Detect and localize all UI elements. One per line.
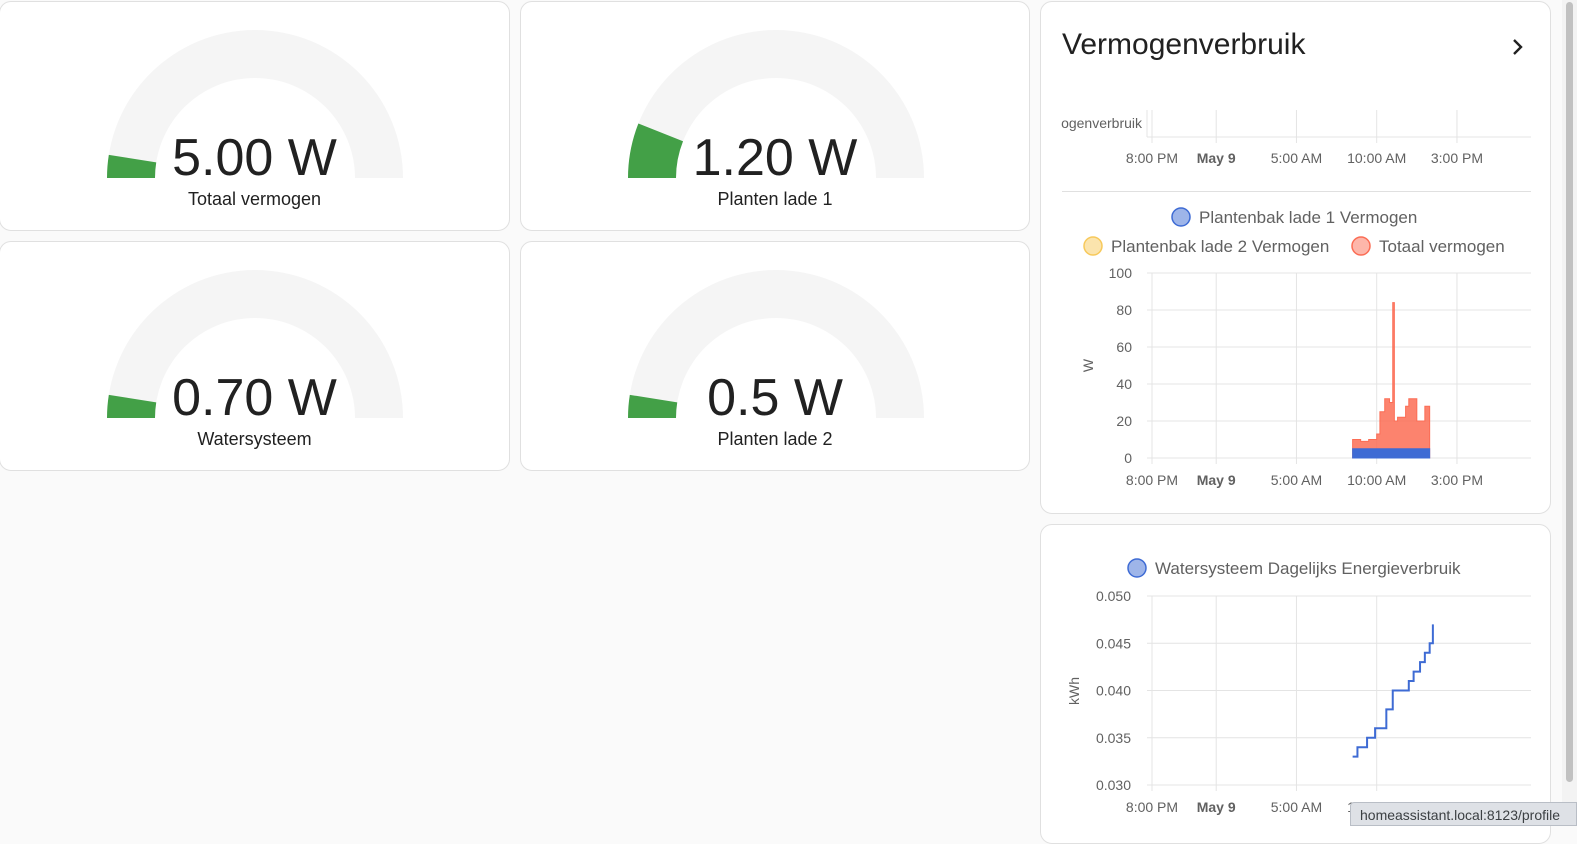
energy-card: Watersysteem Dagelijks Energieverbruik 0.… xyxy=(1040,524,1551,844)
x-tick-label: 8:00 PM xyxy=(1126,472,1178,488)
x-tick-label: 5:00 AM xyxy=(1271,472,1322,488)
x-tick-label: 10:00 AM xyxy=(1347,150,1406,166)
gauge-value: 0.70 W xyxy=(172,369,337,427)
y-tick-label: 0.035 xyxy=(1096,730,1131,746)
scrollbar[interactable] xyxy=(1562,0,1577,826)
collapsed-series-label: ogenverbruik xyxy=(1061,115,1143,131)
y-tick-label: 0.045 xyxy=(1096,635,1131,651)
y-tick-label: 100 xyxy=(1109,265,1133,281)
series-area xyxy=(1352,302,1431,459)
gauge-value: 1.20 W xyxy=(692,129,858,187)
x-tick-label: 8:00 PM xyxy=(1126,799,1178,815)
history-collapsed-chart: 8:00 PM May 9 5:00 AM 10:00 AM 3:00 PM ogenve… xyxy=(1061,110,1531,192)
x-tick-label: May 9 xyxy=(1197,472,1236,488)
legend-label: Watersysteem Dagelijks Energieverbruik xyxy=(1155,559,1461,578)
y-tick-label: 0.050 xyxy=(1096,588,1131,604)
power-chart: Plantenbak lade 1 Vermogen Plantenbak lad… xyxy=(1080,207,1531,488)
gauge-card-planten-lade-1[interactable]: 1.20 W Planten lade 1 xyxy=(520,1,1030,231)
gauge-name: Planten lade 2 xyxy=(717,429,833,449)
gauge-name: Totaal vermogen xyxy=(187,189,322,209)
x-tick-label: 5:00 AM xyxy=(1271,150,1322,166)
y-tick-label: 0.040 xyxy=(1096,683,1131,699)
gauge-name: Watersysteem xyxy=(197,429,312,449)
x-tick-label: 3:00 PM xyxy=(1431,150,1483,166)
legend-marker xyxy=(1083,236,1103,256)
series-area xyxy=(1352,448,1431,459)
gauge-value: 0.5 W xyxy=(707,369,843,427)
y-tick-label: 80 xyxy=(1116,302,1132,318)
x-tick-label: 10:00 AM xyxy=(1347,472,1406,488)
status-url: homeassistant.local:8123/profile xyxy=(1350,802,1577,826)
gauge-card-watersysteem[interactable]: 0.70 W Watersysteem xyxy=(0,241,510,471)
scrollbar-thumb[interactable] xyxy=(1566,2,1573,782)
y-tick-label: 20 xyxy=(1116,413,1132,429)
x-tick-label: 3:00 PM xyxy=(1431,472,1483,488)
x-tick-label: May 9 xyxy=(1197,799,1236,815)
y-axis-label: W xyxy=(1080,358,1096,372)
gauge-value: 5.00 W xyxy=(172,129,337,187)
y-tick-label: 0.030 xyxy=(1096,777,1131,793)
y-tick-label: 40 xyxy=(1116,376,1132,392)
x-tick-label: May 9 xyxy=(1197,150,1236,166)
gauge-card-totaal[interactable]: 5.00 W Totaal vermogen xyxy=(0,1,510,231)
legend-label: Totaal vermogen xyxy=(1379,237,1505,256)
legend-marker xyxy=(1127,558,1147,578)
x-tick-label: 8:00 PM xyxy=(1126,150,1178,166)
legend-label: Plantenbak lade 2 Vermogen xyxy=(1111,237,1329,256)
gauge-name: Planten lade 1 xyxy=(717,189,833,209)
legend-label: Plantenbak lade 1 Vermogen xyxy=(1199,208,1417,227)
y-tick-label: 60 xyxy=(1116,339,1132,355)
legend-marker xyxy=(1171,207,1191,227)
history-card: Vermogenverbruik 8:00 PM May 9 5:00 AM 10:0… xyxy=(1040,1,1551,514)
y-axis-label: kWh xyxy=(1066,677,1082,705)
gauge-card-planten-lade-2[interactable]: 0.5 W Planten lade 2 xyxy=(520,241,1030,471)
x-tick-label: 5:00 AM xyxy=(1271,799,1322,815)
y-tick-label: 0 xyxy=(1124,450,1132,466)
legend-marker xyxy=(1351,236,1371,256)
energy-chart: Watersysteem Dagelijks Energieverbruik 0.… xyxy=(1066,558,1531,815)
